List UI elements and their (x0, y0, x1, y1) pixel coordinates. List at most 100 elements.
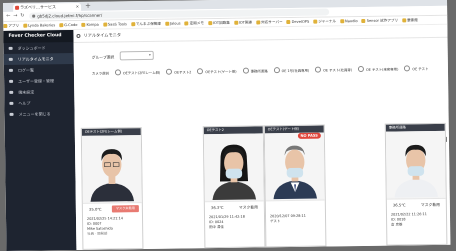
breadcrumb-text: リアルタイムモニタ (83, 32, 122, 38)
folder-icon (3, 23, 8, 28)
bookmark-item[interactable]: 対応サーバー (256, 18, 283, 26)
person-name: 田中 清佳 (209, 224, 224, 230)
bookmark-item[interactable]: でんまぶ保管庫 (130, 20, 161, 28)
bookmark-item[interactable]: Kompa (81, 21, 99, 29)
radio-icon (114, 69, 121, 76)
bookmark-item[interactable]: ジャーナル (313, 17, 336, 25)
bookmark-item[interactable]: 要素館 (402, 16, 418, 24)
card-meta: 2020/12/07 09:28:11 ゲスト (266, 212, 325, 225)
folder-icon (130, 22, 135, 27)
main-content: リアルタイムモニタ グループ選択 カメラ選択 OEテスト(2FEレーム側) OEテス… (73, 24, 451, 250)
radio-icon (273, 67, 280, 74)
bookmark-item[interactable]: Naudio (339, 17, 358, 25)
person-card[interactable]: OEテスト2 36.3℃ マスク着用 2021/01/29 11:42:18 ID: … (202, 125, 266, 249)
camera-radio[interactable]: OE テスト(社員専) (315, 66, 352, 73)
radio-icon (315, 66, 322, 73)
camera-radio[interactable]: OEテスト2 (166, 68, 191, 75)
camera-label: カメラ選択 (91, 71, 109, 76)
favicon-icon (15, 5, 20, 10)
folder-icon (402, 18, 407, 23)
card-readings (265, 199, 325, 213)
sidebar-item-label: ログ一覧 (17, 67, 34, 73)
camera-radio[interactable]: OEテスト(2FEレーム側) (114, 69, 160, 76)
person-photo (264, 133, 325, 200)
menu-icon (8, 68, 13, 72)
person-department: 社員 · 開発部 (87, 231, 108, 236)
folder-icon (23, 23, 28, 28)
card-photo (203, 133, 264, 202)
menu-icon (9, 112, 14, 116)
person-card[interactable]: OEテスト(ゲート側) NO PASS 2020/12/07 09:28:11 ゲス… (263, 124, 327, 248)
radio-icon (358, 65, 365, 73)
menu-icon (9, 90, 14, 94)
sidebar-item-label: リアルタイムモニタ (17, 56, 54, 62)
group-label: グループ選択 (91, 54, 115, 60)
folder-icon (233, 20, 238, 25)
camera-radio[interactable]: 事務所通路 (242, 67, 268, 74)
menu-icon (9, 101, 14, 105)
card-readings: 36.3℃ マスク着用 (204, 200, 264, 214)
folder-icon (81, 22, 86, 27)
bookmark-item[interactable]: Sensor 試作アプリ (361, 16, 399, 25)
bookmark-item[interactable]: DevelOPS (286, 18, 310, 26)
card-meta: 2021/02/22 11:26:11 ID: 0018 倉 忠雄 (387, 210, 446, 228)
card-photo: NO PASS (264, 132, 325, 201)
person-name: 倉 忠雄 (391, 222, 403, 227)
close-tab-icon[interactable]: ✕ (76, 3, 79, 11)
camera-radio[interactable]: OE テスト (404, 65, 428, 72)
bookmark-item[interactable]: Jalous (164, 20, 181, 28)
mask-status: マスク着用 (420, 201, 440, 208)
bookmark-item[interactable]: SaaS Tools (102, 20, 127, 28)
camera-selector: カメラ選択 OEテスト(2FEレーム側) OEテスト2 OEテスト(ゲート側) 事務所通… (92, 65, 448, 76)
filter-panel: グループ選択 カメラ選択 OEテスト(2FEレーム側) OEテスト2 OEテスト(ゲー… (74, 38, 449, 89)
radio-icon (404, 65, 411, 72)
new-tab-icon[interactable]: + (85, 2, 91, 10)
card-readings: 36.5℃ マスク着用 (386, 197, 446, 211)
folder-icon (207, 21, 212, 26)
temperature-value: 35.0℃ (88, 206, 102, 212)
camera-radio[interactable]: OE 1号(社員専用) (273, 67, 309, 74)
no-mask-alert-button[interactable]: マスク未着用 (111, 205, 139, 213)
bookmark-item[interactable]: IOT関連 (233, 19, 252, 27)
folder-icon (361, 18, 366, 23)
radio-icon (197, 68, 204, 75)
card-photo (385, 130, 446, 199)
card-meta: 2021/02/25 14:21:14 ID: 0007 Mike Satoshid… (83, 214, 142, 237)
card-meta: 2021/01/29 11:42:18 ID: 0024 田中 清佳 (205, 212, 264, 230)
radio-icon (242, 67, 249, 74)
bookmark-item[interactable]: 定期メモ (184, 19, 204, 27)
person-card[interactable]: OEテスト(2FEレーム側) 35.0℃ マスク未着用 2021/02/25 14:… (80, 127, 144, 250)
bookmark-item[interactable]: G-Code (59, 21, 78, 29)
camera-radio[interactable]: OE テスト(来客専用) (358, 65, 398, 73)
bookmark-item[interactable]: Lynda Bakeries (23, 21, 55, 29)
menu-icon (9, 79, 14, 83)
reload-icon[interactable]: ↻ (20, 13, 24, 20)
url-text: gb5dj2.cloud.jetmi.f/hp/scanner/ (37, 12, 103, 19)
back-icon[interactable]: ← (6, 13, 10, 20)
group-select[interactable] (119, 50, 154, 61)
person-photo (203, 134, 264, 201)
bookmark-item[interactable]: アプリ (3, 22, 19, 30)
lock-icon (32, 14, 36, 18)
no-pass-badge: NO PASS (297, 132, 321, 139)
card-readings: 35.0℃ マスク未着用 (82, 202, 142, 215)
sidebar-item-label: ユーザー登録・管理 (18, 78, 55, 84)
sidebar-item[interactable]: メニューを閉じる (4, 108, 74, 120)
person-card[interactable]: 事務所通路 36.5℃ マスク着用 2021/02/22 11:26:11 ID: 0… (384, 122, 448, 246)
menu-icon (8, 57, 13, 61)
menu-icon (8, 46, 13, 50)
camera-radio[interactable]: OEテスト(ゲート側) (197, 68, 237, 75)
folder-icon (256, 20, 261, 25)
folder-icon (286, 19, 291, 25)
bookmark-item[interactable]: IOT回路集 (207, 19, 230, 27)
sidebar-item-label: ヘルプ (18, 100, 31, 106)
tab-title: ラズベリ…サービス (20, 4, 57, 10)
monitor-icon (76, 33, 81, 38)
temperature-value: 36.5℃ (392, 202, 406, 208)
forward-icon[interactable]: → (13, 13, 17, 20)
sidebar-item-label: 端末設定 (18, 89, 35, 95)
sidebar-item-label: ダッシュボード (17, 45, 46, 51)
person-name: ゲスト (270, 219, 281, 224)
person-photo (385, 131, 446, 198)
mask-status: マスク着用 (238, 204, 258, 210)
